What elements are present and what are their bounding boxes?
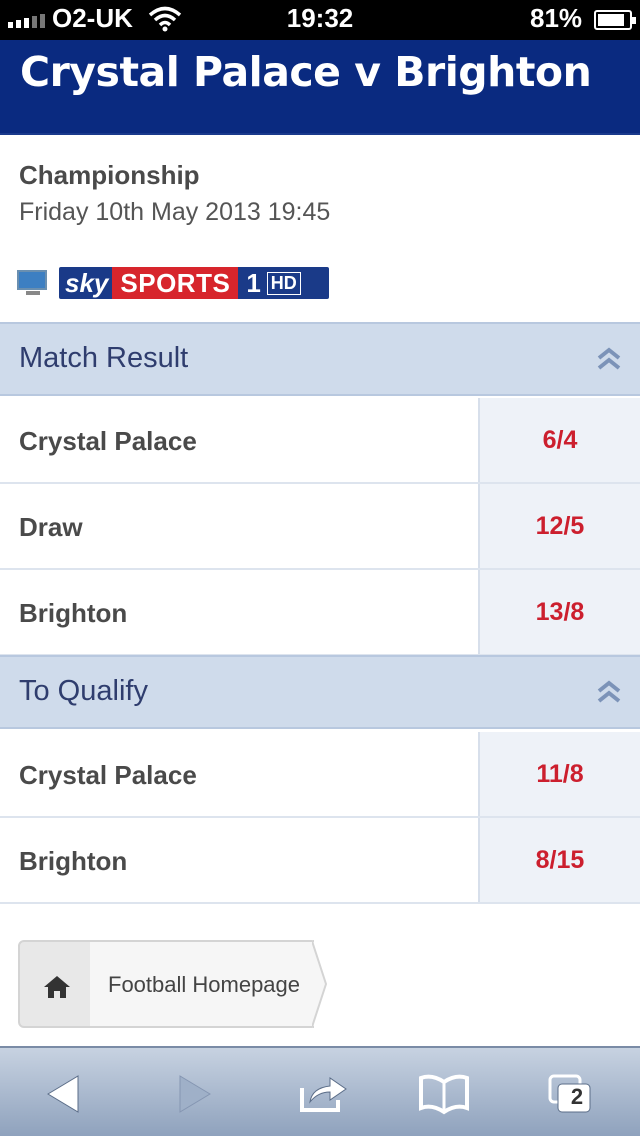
channel-logo-number: 1 bbox=[246, 267, 261, 298]
breadcrumb-label: Football Homepage bbox=[108, 972, 301, 997]
collapse-chevron-icon[interactable] bbox=[596, 346, 622, 372]
selection-name: Brighton bbox=[19, 846, 128, 876]
market-header-to-qualify[interactable]: To Qualify bbox=[0, 655, 640, 729]
forward-icon[interactable] bbox=[174, 1072, 224, 1118]
selection-row: Brighton 13/8 bbox=[0, 570, 640, 656]
market-title: Match Result bbox=[19, 342, 189, 374]
selection-row: Crystal Palace 6/4 bbox=[0, 398, 640, 484]
breadcrumb-home[interactable] bbox=[18, 940, 98, 1028]
odds-button[interactable]: 12/5 bbox=[478, 484, 640, 568]
bookmarks-icon[interactable] bbox=[418, 1072, 469, 1118]
market-title: To Qualify bbox=[19, 675, 148, 707]
odds-button[interactable]: 13/8 bbox=[478, 570, 640, 654]
home-icon bbox=[42, 974, 72, 1005]
selection-name: Crystal Palace bbox=[19, 426, 197, 456]
sky-sports-1-hd-logo: sky SPORTS 1 HD bbox=[59, 267, 329, 299]
channel-logo-sports: SPORTS bbox=[112, 267, 239, 299]
share-icon[interactable] bbox=[298, 1072, 348, 1118]
battery-percentage: 81% bbox=[530, 3, 583, 33]
tabs-count: 2 bbox=[570, 1084, 584, 1109]
back-icon[interactable] bbox=[44, 1072, 94, 1118]
tv-channel-row: sky SPORTS 1 HD bbox=[17, 267, 329, 299]
breadcrumb: Football Homepage bbox=[18, 940, 328, 1030]
selection-name: Brighton bbox=[19, 598, 128, 628]
battery-icon bbox=[594, 10, 636, 30]
odds-button[interactable]: 11/8 bbox=[478, 732, 640, 816]
selection-name: Draw bbox=[19, 512, 83, 542]
channel-logo-sky: sky bbox=[65, 267, 109, 298]
browser-toolbar: 2 bbox=[0, 1046, 640, 1136]
channel-logo-hd: HD bbox=[266, 271, 301, 295]
market-header-match-result[interactable]: Match Result bbox=[0, 322, 640, 396]
odds-button[interactable]: 8/15 bbox=[478, 818, 640, 902]
breadcrumb-arrow-icon bbox=[312, 940, 328, 1028]
match-datetime: Friday 10th May 2013 19:45 bbox=[19, 198, 331, 226]
tv-icon bbox=[17, 270, 49, 296]
competition-name: Championship bbox=[19, 160, 200, 190]
page-title: Crystal Palace v Brighton bbox=[20, 48, 592, 96]
breadcrumb-football-homepage[interactable]: Football Homepage bbox=[90, 940, 314, 1028]
selection-row: Draw 12/5 bbox=[0, 484, 640, 570]
page-header: Crystal Palace v Brighton bbox=[0, 40, 640, 135]
selection-row: Crystal Palace 11/8 bbox=[0, 732, 640, 818]
selection-row: Brighton 8/15 bbox=[0, 818, 640, 904]
selection-name: Crystal Palace bbox=[19, 760, 197, 790]
status-bar: O2-UK 19:32 81% bbox=[0, 0, 640, 40]
collapse-chevron-icon[interactable] bbox=[596, 679, 622, 705]
tabs-icon[interactable]: 2 bbox=[546, 1072, 596, 1118]
odds-button[interactable]: 6/4 bbox=[478, 398, 640, 482]
